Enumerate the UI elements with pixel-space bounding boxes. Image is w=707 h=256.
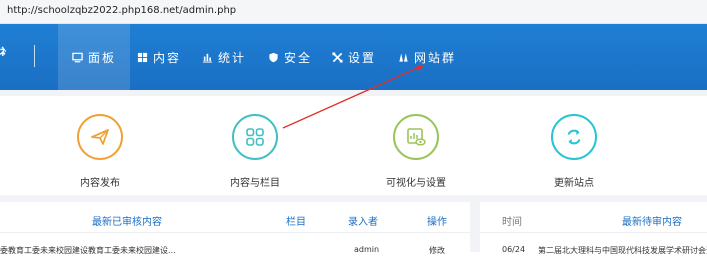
pending-content-table: 时间 最新待审内容 06/24 第二届北大理科与中国现代科技发展学术研讨会开幕 xyxy=(480,202,707,255)
pending-title-cell[interactable]: 第二届北大理科与中国现代科技发展学术研讨会开幕 xyxy=(538,245,707,256)
quick-action-label: 内容发布 xyxy=(80,178,120,189)
quick-action-label: 更新站点 xyxy=(554,178,594,189)
table-header-column: 栏目 xyxy=(286,217,306,228)
nav-dashboard-label: 面板 xyxy=(88,50,117,65)
grid-icon xyxy=(137,52,148,62)
table-header-latest-pending: 最新待审内容 xyxy=(622,217,682,228)
table-header-time: 时间 xyxy=(502,217,522,228)
nav-security-label: 安全 xyxy=(284,50,313,65)
quick-action-label: 可视化与设置 xyxy=(386,178,446,189)
bar-chart-icon xyxy=(202,53,213,63)
pending-time-cell: 06/24 xyxy=(502,245,526,254)
nav-statistics-label: 统计 xyxy=(218,50,247,65)
nav-settings-label: 设置 xyxy=(348,50,377,65)
apps-grid-icon xyxy=(232,114,278,160)
nav-dashboard[interactable]: 面板 xyxy=(58,24,131,90)
settings-icon xyxy=(332,51,343,63)
browser-address-bar[interactable]: http://schoolzqbz2022.php168.net/admin.p… xyxy=(0,0,707,24)
quick-action-publish[interactable]: 内容发布 xyxy=(40,96,160,195)
shield-icon xyxy=(269,52,278,62)
sites-icon xyxy=(399,52,408,62)
reviewed-author-cell: admin xyxy=(354,245,380,254)
nav-settings[interactable]: 设置 xyxy=(332,24,376,90)
quick-action-content-columns[interactable]: 内容与栏目 xyxy=(195,96,315,195)
main-content: 内容发布 内容与栏目 可视化与设置 更新站点 最新已审核内容 栏目 录入者 操作 xyxy=(0,90,707,255)
monitor-icon xyxy=(72,52,83,62)
visual-settings-icon xyxy=(393,114,439,160)
quick-action-update-site[interactable]: 更新站点 xyxy=(514,96,634,195)
nav-statistics[interactable]: 统计 xyxy=(202,24,246,90)
nav-content-label: 内容 xyxy=(153,50,182,65)
table-header-action: 操作 xyxy=(427,217,447,228)
nav-site-group[interactable]: 网站群 xyxy=(398,24,456,90)
edit-link[interactable]: 修改 xyxy=(429,245,445,256)
reviewed-content-table: 最新已审核内容 栏目 录入者 操作 委教育工委未来校园建设教育工委未来校园建设.… xyxy=(0,202,470,255)
table-divider xyxy=(480,232,707,233)
table-header-author: 录入者 xyxy=(348,217,378,228)
paper-plane-icon xyxy=(77,114,123,160)
brand-title-fragment: 社 xyxy=(0,44,6,56)
quick-actions-panel: 内容发布 内容与栏目 可视化与设置 更新站点 xyxy=(0,96,707,195)
reviewed-title-cell[interactable]: 委教育工委未来校园建设教育工委未来校园建设... xyxy=(0,245,176,256)
table-divider xyxy=(0,232,470,233)
top-header: 社 面板 内容 统计 安全 设置 网站群 xyxy=(0,24,707,90)
quick-action-label: 内容与栏目 xyxy=(230,178,280,189)
quick-action-visual-settings[interactable]: 可视化与设置 xyxy=(356,96,476,195)
table-header-latest-reviewed: 最新已审核内容 xyxy=(92,217,162,228)
header-divider xyxy=(34,45,35,67)
nav-content[interactable]: 内容 xyxy=(137,24,181,90)
refresh-icon xyxy=(551,114,597,160)
nav-site-group-label: 网站群 xyxy=(414,50,457,65)
url-text: http://schoolzqbz2022.php168.net/admin.p… xyxy=(7,5,237,16)
nav-security[interactable]: 安全 xyxy=(268,24,312,90)
